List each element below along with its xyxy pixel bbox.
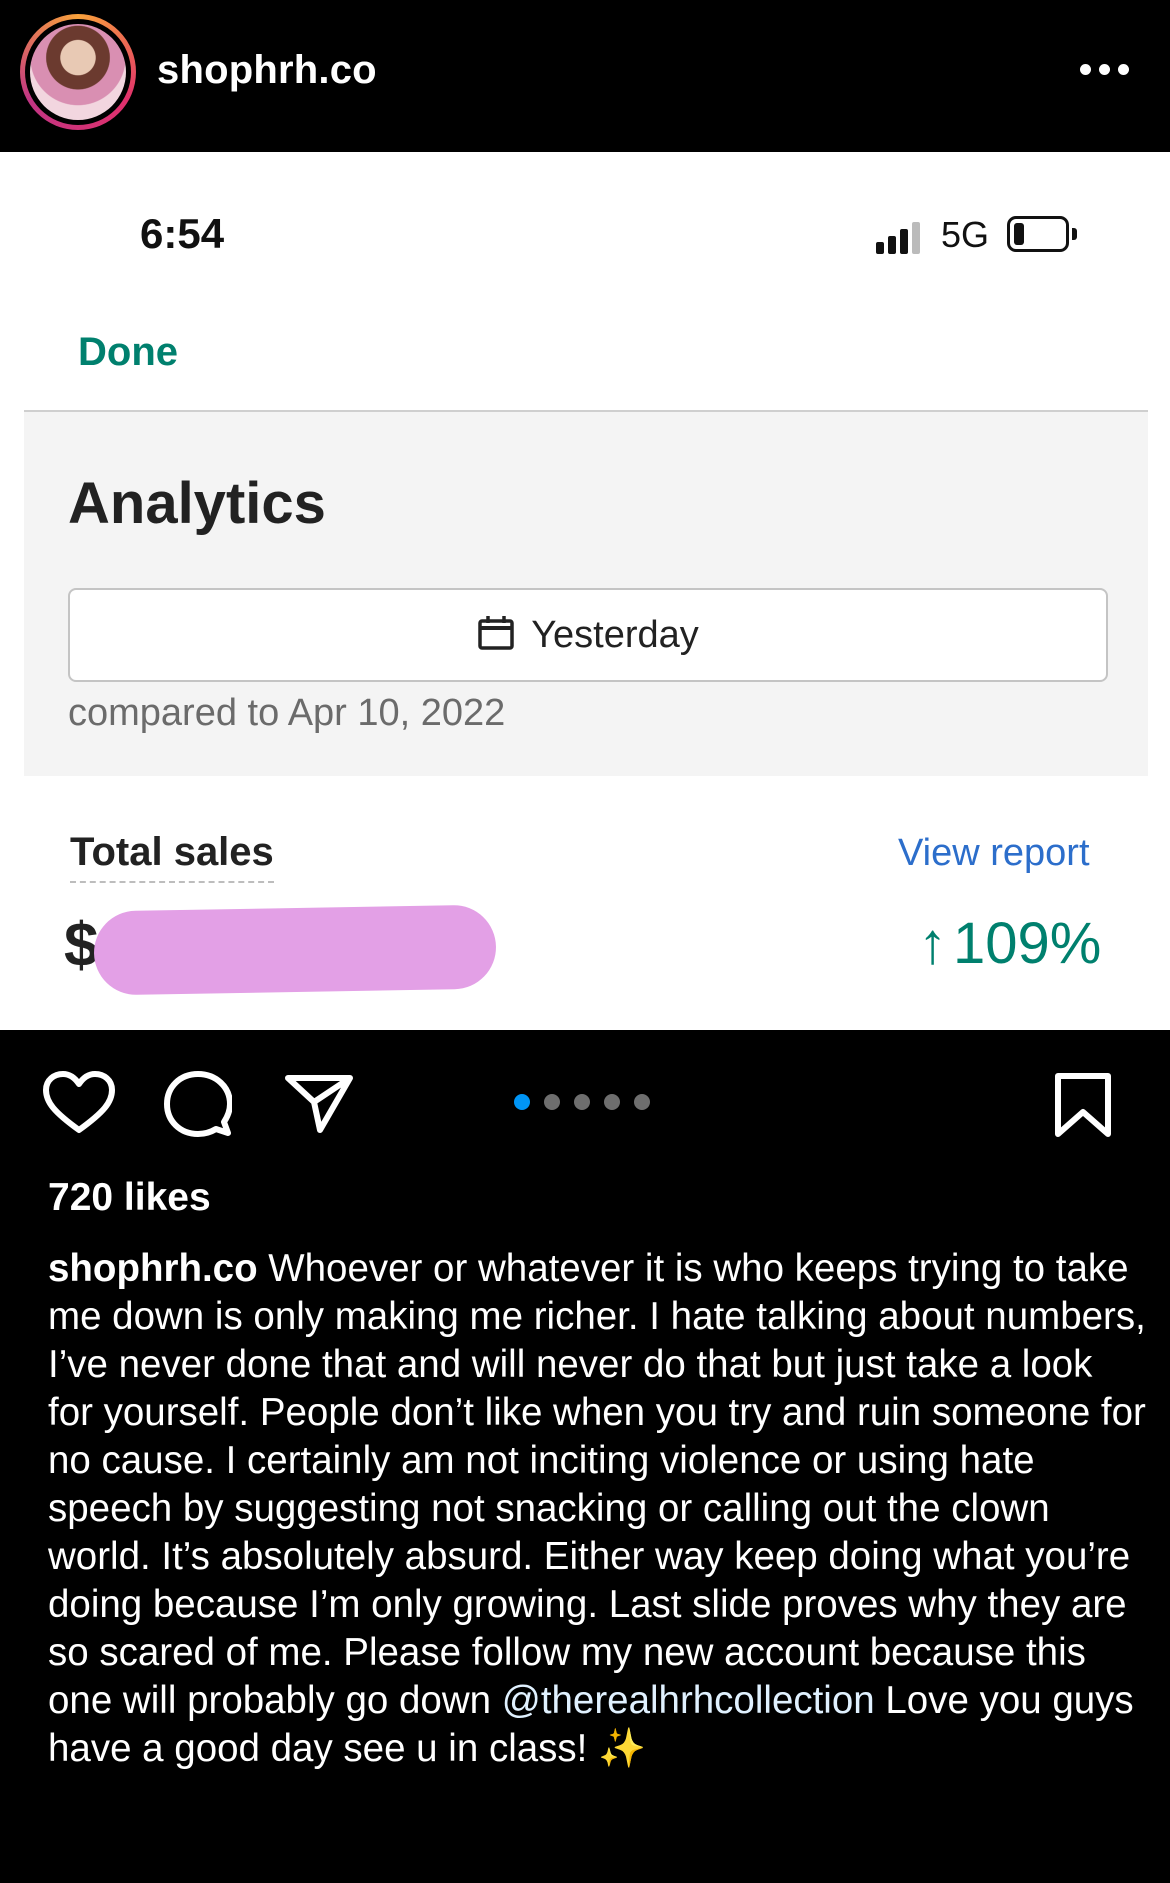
comment-icon[interactable]	[164, 1070, 232, 1138]
network-label: 5G	[941, 214, 990, 255]
view-report-link: View report	[898, 832, 1090, 874]
status-time: 6:54	[140, 210, 225, 257]
more-horizontal-icon[interactable]	[1080, 64, 1130, 76]
up-arrow-icon: ↑	[918, 911, 947, 976]
carousel-dot	[634, 1094, 650, 1110]
story-ring[interactable]	[20, 14, 136, 130]
calendar-icon	[478, 615, 514, 650]
carousel-dot	[514, 1094, 530, 1110]
battery-icon	[1007, 216, 1069, 252]
carousel-dot	[604, 1094, 620, 1110]
sales-growth: ↑ 109%	[918, 910, 1101, 977]
date-filter-button: Yesterday	[68, 588, 1108, 682]
caption-text: Whoever or whatever it is who keeps tryi…	[48, 1247, 1146, 1722]
avatar-gap	[25, 19, 131, 125]
post-header: shophrh.co	[0, 0, 1170, 152]
avatar[interactable]	[30, 24, 126, 120]
carousel-dot	[574, 1094, 590, 1110]
post-image[interactable]: 6:54 5G Done Analytics Yesterday compare…	[0, 152, 1170, 1030]
carousel-dot	[544, 1094, 560, 1110]
signal-icon	[876, 220, 928, 254]
analytics-panel: Analytics Yesterday compared to Apr 10, …	[24, 410, 1148, 776]
caption-username[interactable]: shophrh.co	[48, 1247, 258, 1290]
bookmark-icon[interactable]	[1054, 1072, 1112, 1138]
sparkles-emoji: ✨	[598, 1727, 646, 1770]
carousel-indicator	[514, 1094, 654, 1112]
growth-value: 109%	[953, 911, 1102, 976]
battery-tip	[1072, 228, 1077, 240]
currency-symbol: $	[64, 911, 99, 980]
date-filter-label: Yesterday	[531, 614, 699, 656]
likes-count[interactable]: 720 likes	[48, 1176, 211, 1220]
share-icon[interactable]	[284, 1072, 354, 1134]
redaction-scribble	[93, 904, 497, 996]
heart-icon[interactable]	[42, 1070, 116, 1136]
caption-mention-link[interactable]: @therealhrhcollection	[502, 1679, 875, 1722]
analytics-title: Analytics	[68, 471, 326, 536]
compare-text: compared to Apr 10, 2022	[68, 692, 506, 734]
post-username[interactable]: shophrh.co	[157, 48, 377, 93]
done-link: Done	[78, 330, 178, 374]
post-caption: shophrh.co Whoever or whatever it is who…	[48, 1245, 1148, 1773]
total-sales-label: Total sales	[70, 830, 274, 883]
